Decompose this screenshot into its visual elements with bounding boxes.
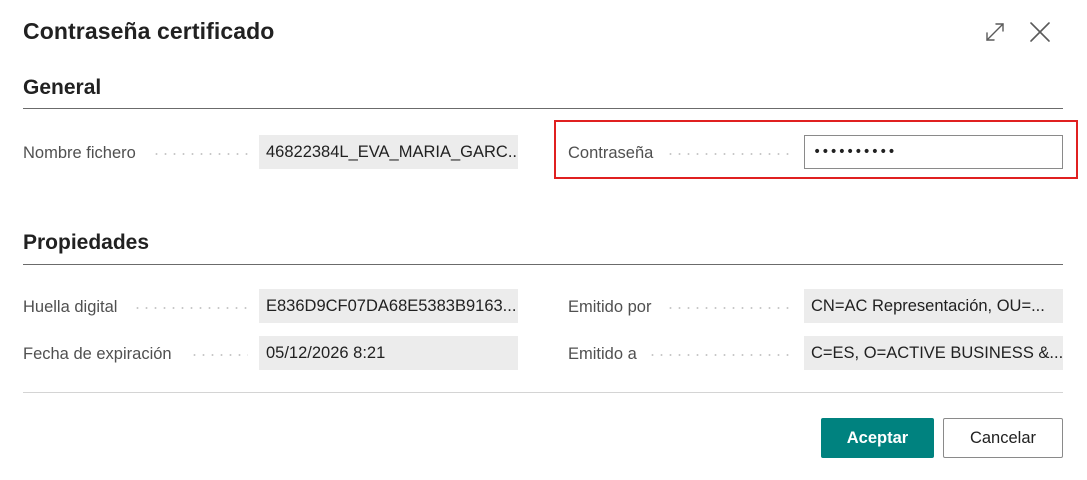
password-field[interactable] [804,135,1063,169]
label-leader-dots [666,307,792,309]
label-leader-dots [666,153,792,155]
label-leader-dots [152,153,248,155]
section-heading-propiedades: Propiedades [23,231,150,254]
section-divider [23,108,1063,109]
label-leader-dots [648,354,792,356]
emitido-a-label: Emitido a [568,344,637,363]
emitido-a-value: C=ES, O=ACTIVE BUSINESS &... [804,336,1063,370]
huella-digital-label: Huella digital [23,297,118,316]
expand-icon [986,23,1004,41]
nombre-fichero-label: Nombre fichero [23,143,136,162]
expand-button[interactable] [981,18,1009,46]
contrasena-label: Contraseña [568,143,654,162]
footer-divider [23,392,1063,393]
fecha-expiracion-label: Fecha de expiración [23,344,172,363]
section-heading-general: General [23,76,102,99]
emitido-por-value: CN=AC Representación, OU=... [804,289,1063,323]
section-divider [23,264,1063,265]
cancel-button[interactable]: Cancelar [943,418,1063,458]
accept-button[interactable]: Aceptar [821,418,934,458]
emitido-por-label: Emitido por [568,297,652,316]
fecha-expiracion-value: 05/12/2026 8:21 [259,336,518,370]
nombre-fichero-value: 46822384L_EVA_MARIA_GARC... [259,135,518,169]
dialog-title: Contraseña certificado [23,18,275,44]
close-icon [1030,22,1050,42]
close-button[interactable] [1026,18,1054,46]
label-leader-dots [190,354,248,356]
huella-digital-value: E836D9CF07DA68E5383B9163... [259,289,518,323]
certificate-password-dialog: Contraseña certificado General Nombre fi… [0,0,1087,480]
label-leader-dots [133,307,248,309]
